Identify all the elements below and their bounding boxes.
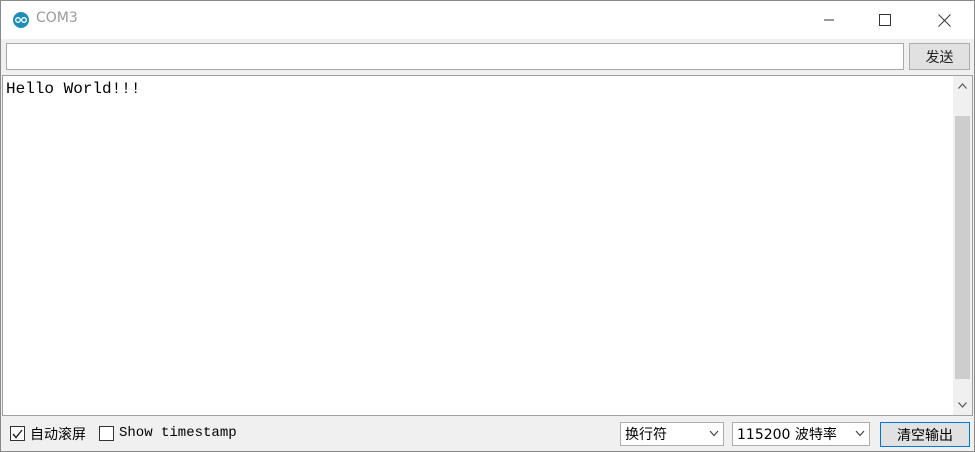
window-title: COM3: [36, 10, 78, 26]
checkmark-icon: [12, 429, 23, 439]
scroll-up-button[interactable]: [953, 76, 972, 96]
scroll-down-button[interactable]: [953, 395, 972, 415]
send-input[interactable]: [6, 43, 904, 70]
scrollbar-thumb[interactable]: [955, 116, 970, 379]
timestamp-label[interactable]: Show timestamp: [119, 425, 237, 441]
clear-output-button[interactable]: 清空输出: [880, 422, 970, 447]
minimize-icon: [824, 19, 834, 21]
serial-output-area[interactable]: Hello World!!!: [2, 75, 973, 416]
autoscroll-checkbox[interactable]: [10, 426, 25, 441]
chevron-up-icon: [958, 83, 967, 89]
vertical-scrollbar[interactable]: [953, 76, 972, 415]
close-button[interactable]: [921, 1, 967, 39]
send-button[interactable]: 发送: [909, 43, 970, 70]
chevron-down-icon: [958, 402, 967, 408]
autoscroll-label[interactable]: 自动滚屏: [30, 424, 86, 444]
line-ending-value: 换行符: [625, 427, 667, 443]
bottom-toolbar: 自动滚屏 Show timestamp 换行符 115200 波特率 清空输出: [1, 417, 974, 451]
timestamp-checkbox[interactable]: [99, 426, 114, 441]
chevron-down-icon: [709, 430, 719, 437]
minimize-button[interactable]: [806, 1, 852, 39]
line-ending-select[interactable]: 换行符: [620, 422, 724, 446]
baud-rate-select[interactable]: 115200 波特率: [732, 422, 870, 446]
baud-rate-value: 115200 波特率: [737, 427, 837, 443]
serial-output-text: Hello World!!!: [6, 80, 141, 98]
maximize-button[interactable]: [862, 1, 908, 39]
maximize-icon: [879, 14, 891, 26]
arduino-icon: [13, 12, 29, 28]
chevron-down-icon: [855, 430, 865, 437]
serial-monitor-window: COM3 发送 Hello World!!! 自动滚屏 Show timesta…: [0, 0, 975, 452]
close-icon: [937, 13, 951, 27]
title-bar[interactable]: COM3: [1, 1, 974, 39]
